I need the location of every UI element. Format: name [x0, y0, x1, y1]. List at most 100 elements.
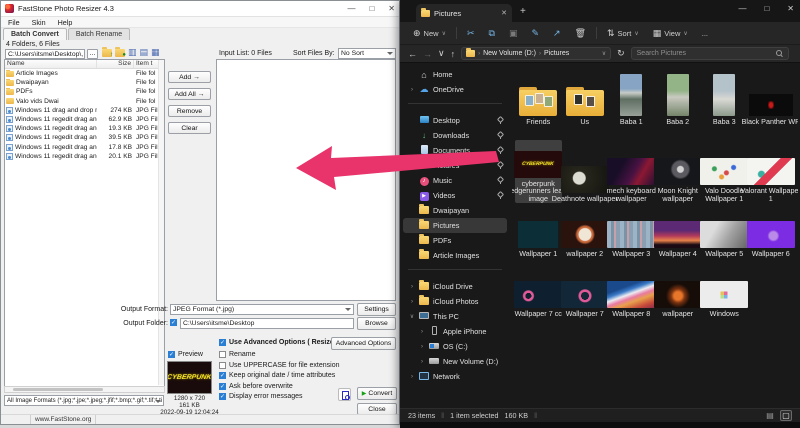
list-view-icon[interactable]: ▤ [140, 48, 149, 57]
breadcrumb-folder[interactable]: Pictures [544, 50, 569, 57]
maximize-icon[interactable]: □ [369, 4, 374, 13]
grid-item-wallpaper-6[interactable]: Wallpaper 6 [748, 206, 795, 258]
back-icon[interactable]: ← [408, 49, 417, 59]
option-ask-before-overwrite[interactable]: ✓Ask before overwrite [219, 383, 340, 390]
details-view-icon[interactable]: ▥ [128, 48, 137, 57]
checkbox[interactable]: ✓ [219, 393, 226, 400]
history-chevron-icon[interactable]: ∨ [438, 48, 445, 59]
tab-close-icon[interactable]: ✕ [501, 9, 507, 17]
file-row[interactable]: DwaipayanFile fol [5, 78, 164, 87]
preview-report-button[interactable] [338, 388, 351, 401]
chevron-right-icon[interactable]: › [419, 359, 425, 365]
tab-batch-convert[interactable]: Batch Convert [3, 28, 67, 40]
status-link[interactable]: www.FastStone.org [31, 415, 96, 424]
tab-batch-rename[interactable]: Batch Rename [68, 28, 130, 40]
maximize-icon[interactable]: □ [764, 4, 769, 13]
grid-item-baba-3[interactable]: Baba 3 [701, 64, 748, 126]
source-path-input[interactable]: C:\Users\itsme\Desktop\, [5, 49, 85, 59]
forward-icon[interactable]: → [423, 49, 432, 59]
delete-button[interactable]: 🗑 [568, 25, 593, 41]
search-input[interactable]: Search Pictures [631, 47, 789, 60]
file-row[interactable]: Windows 11 regedit drag and drop no...62… [5, 115, 164, 124]
advanced-options-button[interactable]: Advanced Options [331, 337, 396, 350]
add-all-button[interactable]: Add All → [168, 88, 211, 100]
option-display-error-messages[interactable]: ✓Display error messages [219, 393, 340, 400]
add-button[interactable]: Add → [168, 71, 211, 83]
path-browse-button[interactable]: ... [87, 49, 98, 59]
input-list-panel[interactable] [216, 59, 396, 301]
file-row[interactable]: Article ImagesFile fol [5, 69, 164, 78]
chevron-right-icon[interactable]: › [409, 374, 415, 380]
file-row[interactable]: Windows 11 regedit drag and drop no...19… [5, 124, 164, 133]
share-button[interactable]: ↗ [546, 25, 568, 41]
output-format-dropdown[interactable]: JPEG Format (*.jpg) [170, 304, 354, 315]
explorer-tab-pictures[interactable]: Pictures ✕ [416, 4, 512, 22]
sort-button[interactable]: ⇅ Sort∨ [600, 25, 646, 41]
sort-files-dropdown[interactable]: No Sort [338, 48, 396, 59]
grid-item-baba-2[interactable]: Baba 2 [655, 64, 702, 126]
folder-favorites-icon[interactable]: ● [115, 49, 125, 57]
option-keep-original-date-time-attributes[interactable]: ✓Keep original date / time attributes [219, 372, 340, 379]
browse-button[interactable]: Browse [357, 317, 396, 330]
grid-item-valorant-wallpaper-1[interactable]: Valorant Wallpaper 1 [748, 140, 795, 203]
close-icon[interactable]: ✕ [787, 4, 794, 13]
minimize-icon[interactable]: — [738, 4, 746, 13]
sidebar-item-article-images[interactable]: Article Images [403, 248, 507, 263]
advanced-options-checkbox-row[interactable]: ✓ Use Advanced Options ( Resize ... ) [219, 339, 346, 346]
checkbox[interactable]: ✓ [219, 372, 226, 379]
sidebar-item-dwaipayan[interactable]: Dwaipayan [403, 203, 507, 218]
file-row[interactable]: Valo vids DwaiFile fol [5, 97, 164, 106]
address-dropdown-icon[interactable]: ∨ [602, 50, 606, 57]
advanced-options-checkbox[interactable]: ✓ [219, 339, 226, 346]
sidebar-item-downloads[interactable]: ↓Downloads [403, 128, 507, 143]
copy-button[interactable]: ⧉ [482, 25, 502, 41]
source-file-list[interactable]: Name Size Item t Article ImagesFile folD… [4, 59, 165, 393]
sidebar-item-documents[interactable]: Documents [403, 143, 507, 158]
sidebar-item-new-volume-d[interactable]: ›New Volume (D:) [403, 354, 507, 369]
sidebar-item-pictures[interactable]: Pictures [403, 218, 507, 233]
large-icons-view-toggle-icon[interactable]: ▢ [780, 410, 792, 421]
sidebar-item-music[interactable]: ♪Music [403, 173, 507, 188]
file-row[interactable]: Windows 11 drag and drop not workin...27… [5, 106, 164, 115]
more-options-button[interactable]: ... [695, 25, 715, 41]
sidebar-item-videos[interactable]: ▶Videos [403, 188, 507, 203]
chevron-down-icon[interactable]: ∨ [409, 313, 415, 320]
sidebar-item-this-pc[interactable]: ∨This PC [403, 309, 507, 324]
sidebar-item-desktop[interactable]: Desktop [403, 113, 507, 128]
file-list-hscrollbar[interactable] [4, 386, 165, 393]
sidebar-item-apple-iphone[interactable]: ›Apple iPhone [403, 324, 507, 339]
preview-checkbox[interactable]: ✓ [168, 351, 175, 358]
details-view-toggle-icon[interactable]: ▤ [764, 410, 776, 421]
close-icon[interactable]: ✕ [388, 4, 395, 13]
output-folder-input[interactable]: C:\Users\itsme\Desktop [180, 318, 354, 329]
chevron-right-icon[interactable]: › [419, 329, 425, 335]
sidebar-item-network[interactable]: ›Network [403, 369, 507, 384]
settings-button[interactable]: Settings [357, 303, 396, 316]
sidebar-item-os-c[interactable]: ›OS (C:) [403, 339, 507, 354]
rename-button[interactable]: ✎ [524, 25, 546, 41]
address-bar[interactable]: › New Volume (D:) › Pictures ∨ [461, 47, 611, 60]
view-button[interactable]: ▦ View∨ [646, 25, 695, 41]
file-row[interactable]: Windows 11 regedit drag and drop no...20… [5, 152, 164, 161]
sidebar-item-pdfs[interactable]: PDFs [403, 233, 507, 248]
menu-help[interactable]: Help [58, 18, 73, 27]
output-folder-checkbox[interactable]: ✓ [170, 319, 177, 326]
clear-button[interactable]: Clear [168, 122, 211, 134]
option-use-uppercase-for-file-extension[interactable]: Use UPPERCASE for file extension [219, 362, 340, 369]
chevron-right-icon[interactable]: › [409, 87, 415, 93]
cut-button[interactable]: ✂ [460, 25, 482, 41]
convert-button[interactable]: ▶Convert [357, 387, 397, 400]
sidebar-item-icloud-drive[interactable]: ›iCloud Drive [403, 279, 507, 294]
file-row[interactable]: Windows 11 regedit drag and drop no...39… [5, 133, 164, 142]
menu-skin[interactable]: Skin [32, 18, 46, 27]
sidebar-item-icloud-photos[interactable]: ›iCloud Photos [403, 294, 507, 309]
file-row[interactable]: Windows 11 regedit drag and drop no...17… [5, 143, 164, 152]
file-row[interactable]: PDFsFile fol [5, 87, 164, 96]
option-rename[interactable]: Rename [219, 351, 340, 358]
minimize-icon[interactable]: — [347, 4, 355, 13]
chevron-right-icon[interactable]: › [419, 344, 425, 350]
format-filter-dropdown[interactable]: All Image Formats (*.jpg;*.jpe;*.jpeg;*.… [4, 395, 164, 406]
chevron-right-icon[interactable]: › [409, 284, 415, 290]
checkbox[interactable] [219, 362, 226, 369]
remove-button[interactable]: Remove [168, 105, 211, 117]
